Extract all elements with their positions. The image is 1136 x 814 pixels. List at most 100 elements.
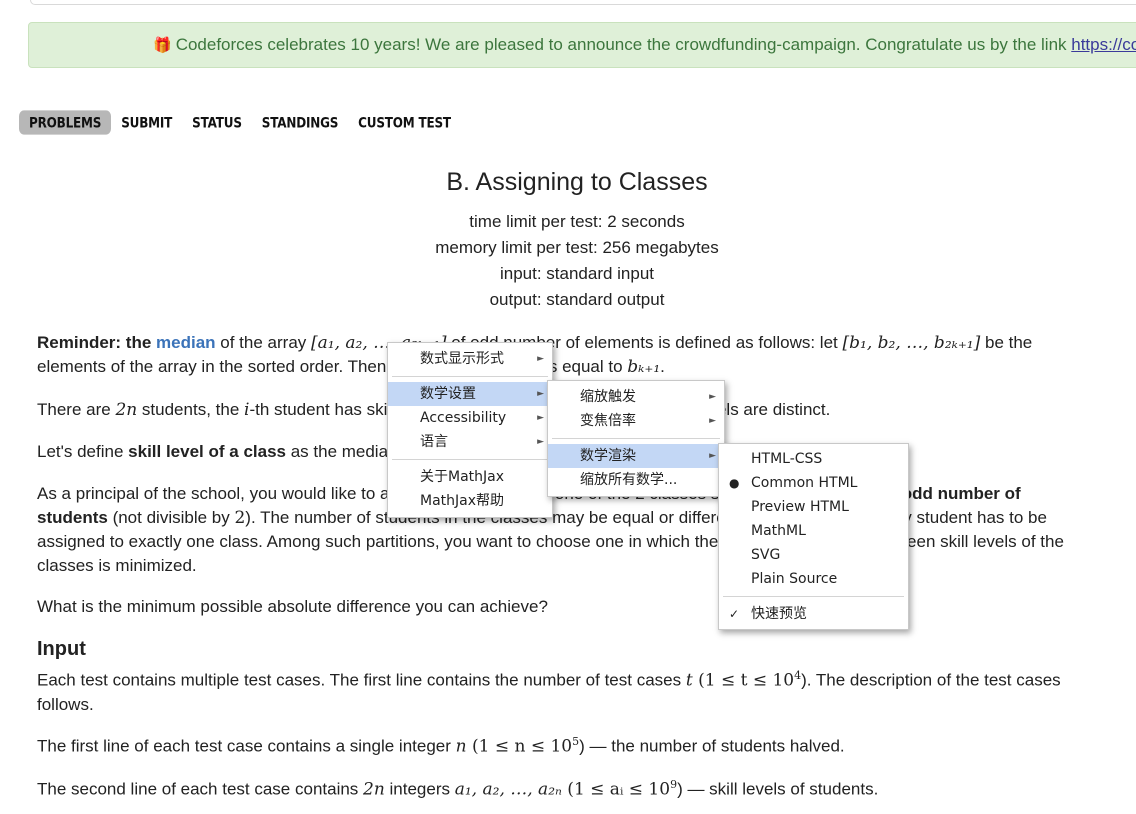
math-t-range: (1 ≤ t ≤ 10	[692, 670, 795, 691]
menu-item-common-html[interactable]: ● Common HTML	[719, 471, 908, 495]
input-heading: Input	[37, 638, 86, 660]
menu-separator	[392, 376, 548, 377]
median-link[interactable]: median	[156, 333, 216, 352]
problem-title: B. Assigning to Classes	[446, 168, 708, 196]
menu-item-label: Common HTML	[751, 475, 858, 491]
menu-item-label: 语言	[420, 434, 448, 450]
reminder-text: .	[660, 357, 665, 376]
menu-item-label: 快速预览	[751, 606, 807, 622]
input-paragraph-3: The second line of each test case contai…	[37, 773, 1117, 802]
menu-item-label: MathJax帮助	[420, 493, 505, 509]
math-bk1: bₖ₊₁	[627, 357, 661, 377]
menu-item-zoom-trigger[interactable]: 缩放触发 ►	[548, 385, 724, 409]
submenu-arrow-icon: ►	[537, 354, 544, 364]
text: ) — skill levels of students.	[677, 779, 879, 799]
announcement-banner: 🎁 Codeforces celebrates 10 years! We are …	[28, 22, 1136, 68]
text: ). The description of the test cases	[801, 670, 1061, 690]
tab-status[interactable]: STATUS	[182, 110, 252, 134]
menu-item-label: Accessibility	[420, 410, 507, 426]
text: classes is minimized.	[37, 556, 197, 575]
menu-item-scale-all-math[interactable]: 缩放所有数学...	[548, 468, 724, 492]
text: (not divisible by	[107, 508, 235, 527]
tab-problems[interactable]: PROBLEMS	[19, 110, 112, 135]
submenu-arrow-icon: ►	[709, 392, 716, 402]
math-exp: 9	[670, 778, 678, 791]
submenu-arrow-icon: ►	[537, 437, 544, 447]
menu-item-math-settings[interactable]: 数学设置 ►	[388, 382, 552, 406]
menu-item-accessibility[interactable]: Accessibility ►	[388, 406, 552, 430]
menu-item-label: MathML	[751, 523, 806, 539]
menu-item-about-mathjax[interactable]: 关于MathJax	[388, 465, 552, 489]
input-type: input: standard input	[499, 264, 655, 283]
text: The first line of each test case contain…	[37, 736, 456, 756]
math-n-range: (1 ≤ n ≤ 10	[466, 736, 573, 757]
math-n: n	[455, 736, 467, 757]
menu-item-mathml[interactable]: MathML	[719, 519, 908, 543]
problem-tabs: PROBLEMS SUBMIT STATUS STANDINGS CUSTOM …	[19, 110, 461, 135]
menu-item-label: 缩放触发	[580, 389, 636, 405]
text: The second line of each test case contai…	[37, 779, 364, 799]
text: integers	[384, 779, 455, 799]
menu-separator	[392, 459, 548, 460]
text: students, the	[137, 400, 244, 419]
math-settings-submenu: 缩放触发 ► 变焦倍率 ► 数学渲染 ► 缩放所有数学...	[547, 380, 725, 497]
top-border	[30, 0, 1136, 5]
math-t: t	[685, 670, 693, 691]
menu-item-label: 数学设置	[420, 386, 476, 402]
gift-icon: 🎁	[153, 37, 172, 54]
menu-item-fast-preview[interactable]: ✓ 快速预览	[719, 602, 908, 626]
menu-item-label: 数式显示形式	[420, 351, 504, 367]
reminder-text: be the	[980, 333, 1033, 352]
menu-item-html-css[interactable]: HTML-CSS	[719, 447, 908, 471]
text: Let's define	[37, 442, 129, 461]
odd-number-term: odd number of	[901, 484, 1021, 503]
menu-item-plain-source[interactable]: Plain Source	[719, 567, 908, 591]
submenu-arrow-icon: ►	[709, 451, 716, 461]
reminder-paragraph: Reminder: the median of the array [a₁, a…	[37, 331, 1117, 379]
math-a-range: (1 ≤ aᵢ ≤ 10	[561, 779, 671, 800]
menu-item-svg[interactable]: SVG	[719, 543, 908, 567]
reminder-text: of the array	[215, 333, 311, 352]
math-2n: 2n	[363, 779, 385, 800]
banner-text: Codeforces celebrates 10 years! We are p…	[175, 35, 1072, 54]
submenu-arrow-icon: ►	[537, 413, 544, 423]
question-paragraph: What is the minimum possible absolute di…	[37, 597, 548, 616]
menu-item-show-math-as[interactable]: 数式显示形式 ►	[388, 347, 552, 371]
math-2: 2	[234, 508, 246, 528]
text: There are	[37, 400, 116, 419]
tab-standings[interactable]: STANDINGS	[252, 110, 348, 134]
math-array-b: [b₁, b₂, …, b₂ₖ₊₁]	[842, 333, 981, 353]
menu-separator	[552, 438, 720, 439]
menu-item-label: Plain Source	[751, 571, 838, 587]
menu-item-label: HTML-CSS	[751, 451, 823, 467]
students-term: students	[37, 508, 108, 527]
menu-item-label: Preview HTML	[751, 499, 849, 515]
menu-separator	[723, 596, 904, 597]
text: Each test contains multiple test cases. …	[37, 670, 686, 690]
text: follows.	[37, 694, 94, 714]
memory-limit: memory limit per test: 256 megabytes	[435, 238, 719, 257]
menu-item-zoom-factor[interactable]: 变焦倍率 ►	[548, 409, 724, 433]
math-renderer-submenu: HTML-CSS ● Common HTML Preview HTML MathM…	[718, 443, 909, 630]
reminder-label: Reminder: the	[37, 333, 157, 352]
text: ). The number of students in the classes…	[245, 508, 1047, 527]
tab-submit[interactable]: SUBMIT	[111, 110, 182, 134]
menu-item-preview-html[interactable]: Preview HTML	[719, 495, 908, 519]
menu-item-mathjax-help[interactable]: MathJax帮助	[388, 489, 552, 513]
banner-link[interactable]: https://codeforces.com/10years	[1071, 35, 1136, 54]
tab-custom-test[interactable]: CUSTOM TEST	[348, 110, 461, 134]
menu-item-math-renderer[interactable]: 数学渲染 ►	[548, 444, 724, 468]
menu-item-label: 关于MathJax	[420, 469, 505, 485]
menu-item-label: SVG	[751, 547, 781, 563]
radio-selected-icon: ●	[729, 476, 740, 490]
input-paragraph-2: The first line of each test case contain…	[37, 730, 1117, 759]
time-limit: time limit per test: 2 seconds	[469, 212, 685, 231]
menu-item-label: 缩放所有数学...	[580, 472, 678, 488]
input-paragraph-1: Each test contains multiple test cases. …	[37, 664, 1117, 717]
submenu-arrow-icon: ►	[709, 416, 716, 426]
math-a-list: a₁, a₂, …, a₂ₙ	[454, 779, 562, 800]
output-type: output: standard output	[489, 290, 665, 309]
menu-item-label: 数学渲染	[580, 448, 636, 464]
submenu-arrow-icon: ►	[537, 389, 544, 399]
menu-item-language[interactable]: 语言 ►	[388, 430, 552, 454]
